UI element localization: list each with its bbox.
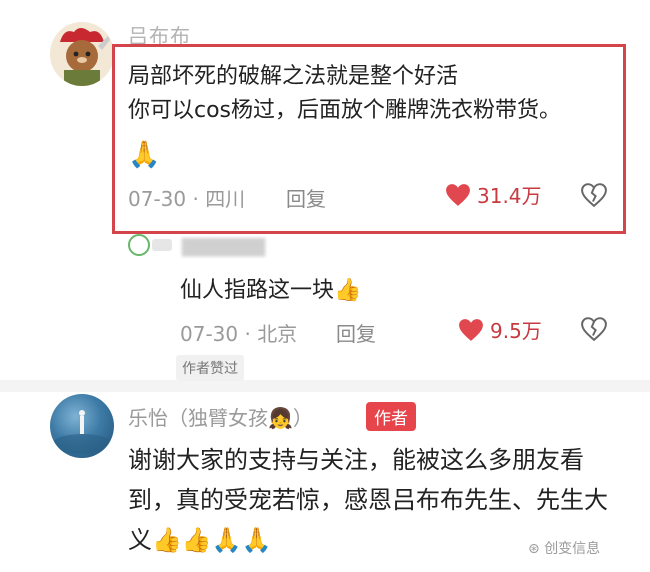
like-button[interactable]: 31.4万 [445,180,542,209]
comment-username[interactable]: 乐怡（独臂女孩👧） [128,402,313,431]
like-button[interactable]: 9.5万 [458,315,542,344]
author-badge: 作者 [366,402,416,431]
comment-text-line: 你可以cos杨过，后面放个雕牌洗衣粉带货。 [128,98,562,123]
comment-meta: 07-30 · 四川 [128,187,246,211]
dislike-button[interactable] [581,317,607,345]
cartoon-avatar-icon [50,22,114,86]
blurred-avatar-icon [128,234,172,256]
divider [0,380,650,392]
watermark: ⊛ 创变信息 [528,541,601,557]
reply-avatar[interactable] [128,234,174,256]
photo-avatar-icon [52,410,112,454]
dislike-button[interactable] [581,183,607,211]
reply-text: 仙人指路这一块👍 [180,278,362,303]
avatar[interactable] [50,394,114,458]
broken-heart-icon [581,317,607,342]
comment-feed: 吕布布 局部坏死的破解之法就是整个好活 你可以cos杨过，后面放个雕牌洗衣粉带货… [0,0,650,572]
comment-text-line: 局部坏死的破解之法就是整个好活 [128,64,459,89]
like-count: 31.4万 [477,184,542,208]
watermark-text: 创变信息 [544,541,601,557]
pray-emoji: 🙏 [128,140,161,170]
like-count: 9.5万 [490,319,542,343]
comment-text: 局部坏死的破解之法就是整个好活 你可以cos杨过，后面放个雕牌洗衣粉带货。 [128,60,561,128]
author-liked-badge: 作者赞过 [176,355,244,381]
reply-username-blurred[interactable]: ▇▇▇▇▇▇ [182,236,265,257]
avatar[interactable] [50,22,114,86]
reply-button[interactable]: 回复 [336,318,376,347]
reply-meta: 07-30 · 北京 [180,322,298,346]
heart-icon [446,183,470,206]
reply-button[interactable]: 回复 [286,183,326,212]
broken-heart-icon [581,183,607,208]
heart-icon [459,318,483,341]
